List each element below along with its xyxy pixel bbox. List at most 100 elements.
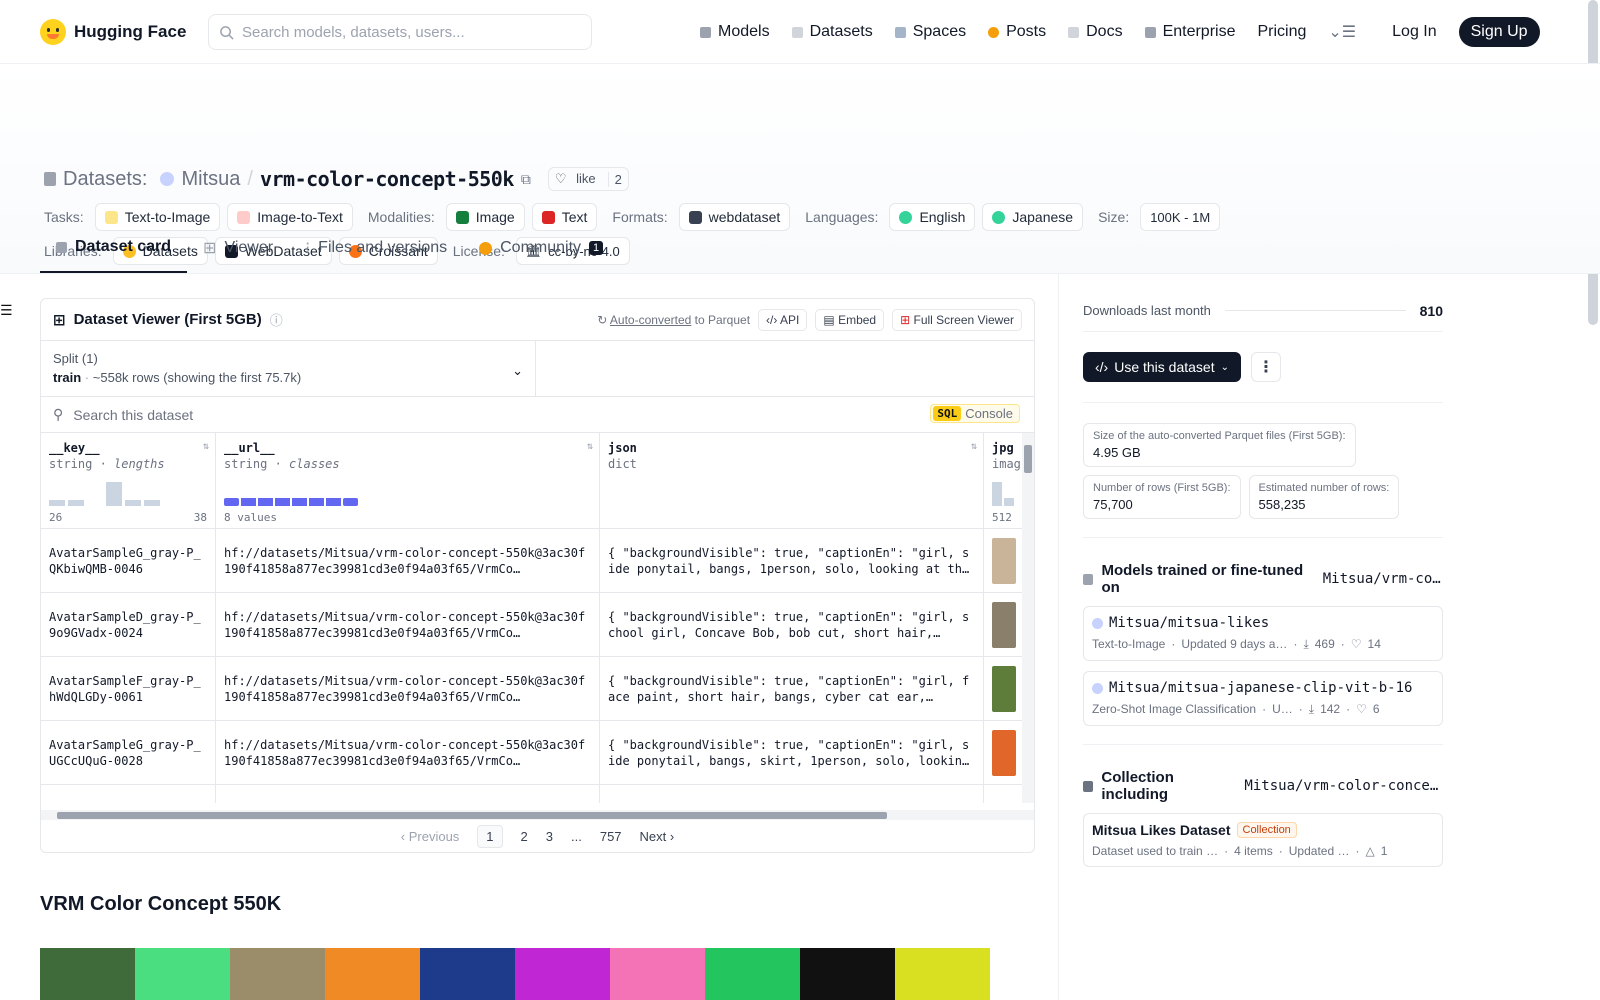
use-dataset-button[interactable]: ‹/› Use this dataset ⌄ [1083, 352, 1241, 382]
image-thumbnail[interactable] [992, 665, 1016, 712]
image-thumbnail[interactable] [992, 601, 1016, 648]
nav-pricing[interactable]: Pricing [1257, 23, 1306, 41]
col-header[interactable]: jpg imag 512 [984, 433, 1024, 529]
model-name: Mitsua/mitsua-likes [1109, 615, 1270, 631]
split-selector[interactable]: Split (1) train · ~558k rows (showing th… [41, 341, 1034, 397]
sort-icon[interactable]: ⇅ [971, 441, 977, 452]
nav-datasets[interactable]: Datasets [791, 23, 873, 41]
image-thumbnail[interactable] [992, 729, 1016, 776]
datasets-crumb[interactable]: Datasets: [63, 168, 147, 191]
grid-vertical-scrollbar[interactable] [1022, 433, 1034, 803]
tab-viewer[interactable]: ⊞ Viewer [187, 223, 289, 273]
next-page-button[interactable]: Next › [640, 829, 675, 844]
api-label: API [780, 312, 800, 327]
col-name: __key__ [49, 441, 100, 455]
like-count[interactable]: 2 [607, 171, 628, 187]
owner-link[interactable]: Mitsua [181, 168, 240, 191]
nav-posts[interactable]: Posts [988, 23, 1046, 41]
table-cell[interactable]: hf://datasets/Mitsua/vrm-color-concept-5… [216, 721, 599, 785]
nav-spaces[interactable]: Spaces [894, 23, 966, 41]
table-cell[interactable]: { "backgroundVisible": true, "captionEn"… [600, 529, 983, 593]
parquet-note: ↻ Auto-converted to Parquet [597, 313, 750, 327]
table-cell[interactable]: { "backgroundVisible": true, "captionEn"… [600, 721, 983, 785]
sort-icon[interactable]: ⇅ [203, 441, 209, 452]
col-header[interactable]: __url__ string · classes ⇅ 8 values [216, 433, 599, 529]
posts-icon [988, 26, 1000, 38]
more-menu-icon[interactable]: ⌄☰ [1328, 22, 1356, 42]
downloads-row: Downloads last month 810 [1083, 290, 1443, 332]
full-label: Full Screen Viewer [913, 312, 1015, 327]
col-header[interactable]: json dict ⇅ [600, 433, 983, 529]
table-cell[interactable]: AvatarSampleG_gray-P_QKbiwQMB-0046 [41, 529, 215, 593]
table-cell[interactable]: AvatarSampleG_gray-P_UGCcUQuG-0028 [41, 721, 215, 785]
viewer-search-input[interactable]: ⚲ Search this dataset SQL Console [41, 397, 1034, 433]
refresh-icon: ↻ [597, 312, 608, 327]
global-search-input[interactable]: Search models, datasets, users... [208, 14, 592, 50]
table-cell[interactable]: AvatarSampleF_gray-P_hWdQLGDy-0061 [41, 657, 215, 721]
sidebar-toggle-icon[interactable]: ☰ [0, 302, 13, 319]
cell-url: hf://datasets/Mitsua/vrm-color-concept-5… [224, 609, 586, 640]
more-options-button[interactable]: ⋮ [1251, 352, 1281, 382]
table-cell[interactable]: AvatarSampleD_gray-P_9o9GVadx-0024 [41, 593, 215, 657]
table-cell[interactable]: { "backgroundVisible": true, "captionEn"… [600, 657, 983, 721]
col-header[interactable]: __key__ string · lengths ⇅ 26 38 [41, 433, 215, 529]
page-last[interactable]: 757 [600, 829, 622, 844]
collection-card[interactable]: Mitsua Likes Dataset Collection Dataset u… [1083, 813, 1443, 867]
tag-size[interactable]: 100K - 1M [1140, 203, 1221, 231]
api-button[interactable]: ‹/› API [758, 308, 808, 331]
table-cell[interactable]: hf://datasets/Mitsua/vrm-color-concept-5… [216, 529, 599, 593]
chevron-down-icon[interactable]: ⌄ [512, 363, 523, 379]
sql-console-button[interactable]: SQL Console [930, 404, 1020, 423]
nav-models[interactable]: Models [700, 23, 770, 41]
cell-key: AvatarSampleG_gray-P_UGCcUQuG-0028 [49, 737, 201, 768]
page-1[interactable]: 1 [477, 824, 503, 848]
download-icon: ⤓ [1308, 702, 1315, 716]
docs-icon [1068, 26, 1080, 38]
languages-label: Languages: [805, 209, 879, 225]
hist-min: 512 [992, 511, 1012, 524]
page-2[interactable]: 2 [521, 829, 528, 844]
nav-docs[interactable]: Docs [1068, 23, 1123, 41]
image-icon [455, 210, 469, 224]
dataset-name[interactable]: vrm-color-concept-550k [260, 167, 514, 191]
tab-label: Community [500, 239, 582, 256]
nav-enterprise[interactable]: Enterprise [1144, 23, 1235, 41]
like-button[interactable]: ♡ like 2 [547, 167, 629, 191]
table-cell[interactable] [984, 721, 1024, 785]
community-icon [479, 241, 493, 255]
info-icon[interactable]: ⓘ [270, 310, 283, 329]
prev-page-button[interactable]: ‹ Previous [401, 829, 460, 844]
tag-webdataset[interactable]: webdataset [678, 203, 791, 231]
table-cell[interactable]: { "backgroundVisible": true, "captionEn"… [600, 593, 983, 657]
model-card[interactable]: Mitsua/mitsua-japanese-clip-vit-b-16 Zer… [1083, 671, 1443, 726]
page-3[interactable]: 3 [546, 829, 553, 844]
signup-button[interactable]: Sign Up [1458, 17, 1540, 47]
table-cell[interactable] [984, 657, 1024, 721]
table-cell[interactable]: hf://datasets/Mitsua/vrm-color-concept-5… [216, 593, 599, 657]
sort-icon[interactable]: ⇅ [587, 441, 593, 452]
model-card[interactable]: Mitsua/mitsua-likes Text-to-Image · Update… [1083, 606, 1443, 661]
tag-japanese[interactable]: Japanese [982, 203, 1084, 231]
models-section: Models trained or fine-tuned on Mitsua/vr… [1083, 537, 1443, 726]
table-cell[interactable] [984, 529, 1024, 593]
sample-image [800, 948, 895, 1000]
embed-button[interactable]: ▤ Embed [815, 308, 885, 331]
image-thumbnail[interactable] [992, 537, 1016, 584]
viewer-header: ⊞ Dataset Viewer (First 5GB) ⓘ ↻ Auto-conv… [41, 299, 1034, 341]
brand-logo[interactable]: Hugging Face [40, 18, 186, 45]
table-cell[interactable] [984, 593, 1024, 657]
tab-dataset-card[interactable]: Dataset card [40, 223, 188, 273]
full-screen-button[interactable]: ⊞ Full Screen Viewer [892, 308, 1022, 331]
like-label: like [576, 171, 596, 186]
tab-community[interactable]: Community 1 [463, 223, 619, 273]
tab-files[interactable]: ⁝ Files and versions [289, 223, 463, 273]
table-cell[interactable]: hf://datasets/Mitsua/vrm-color-concept-5… [216, 657, 599, 721]
model-downloads: 142 [1320, 702, 1341, 716]
login-button[interactable]: Log In [1392, 23, 1436, 41]
copy-icon[interactable]: ⧉ [521, 171, 531, 188]
auto-converted-link[interactable]: Auto-converted [610, 313, 691, 327]
grid-horizontal-scrollbar[interactable] [41, 810, 1034, 820]
tab-label: Files and versions [318, 239, 448, 256]
tag-english[interactable]: English [889, 203, 976, 231]
col-stat: classes [289, 457, 340, 471]
